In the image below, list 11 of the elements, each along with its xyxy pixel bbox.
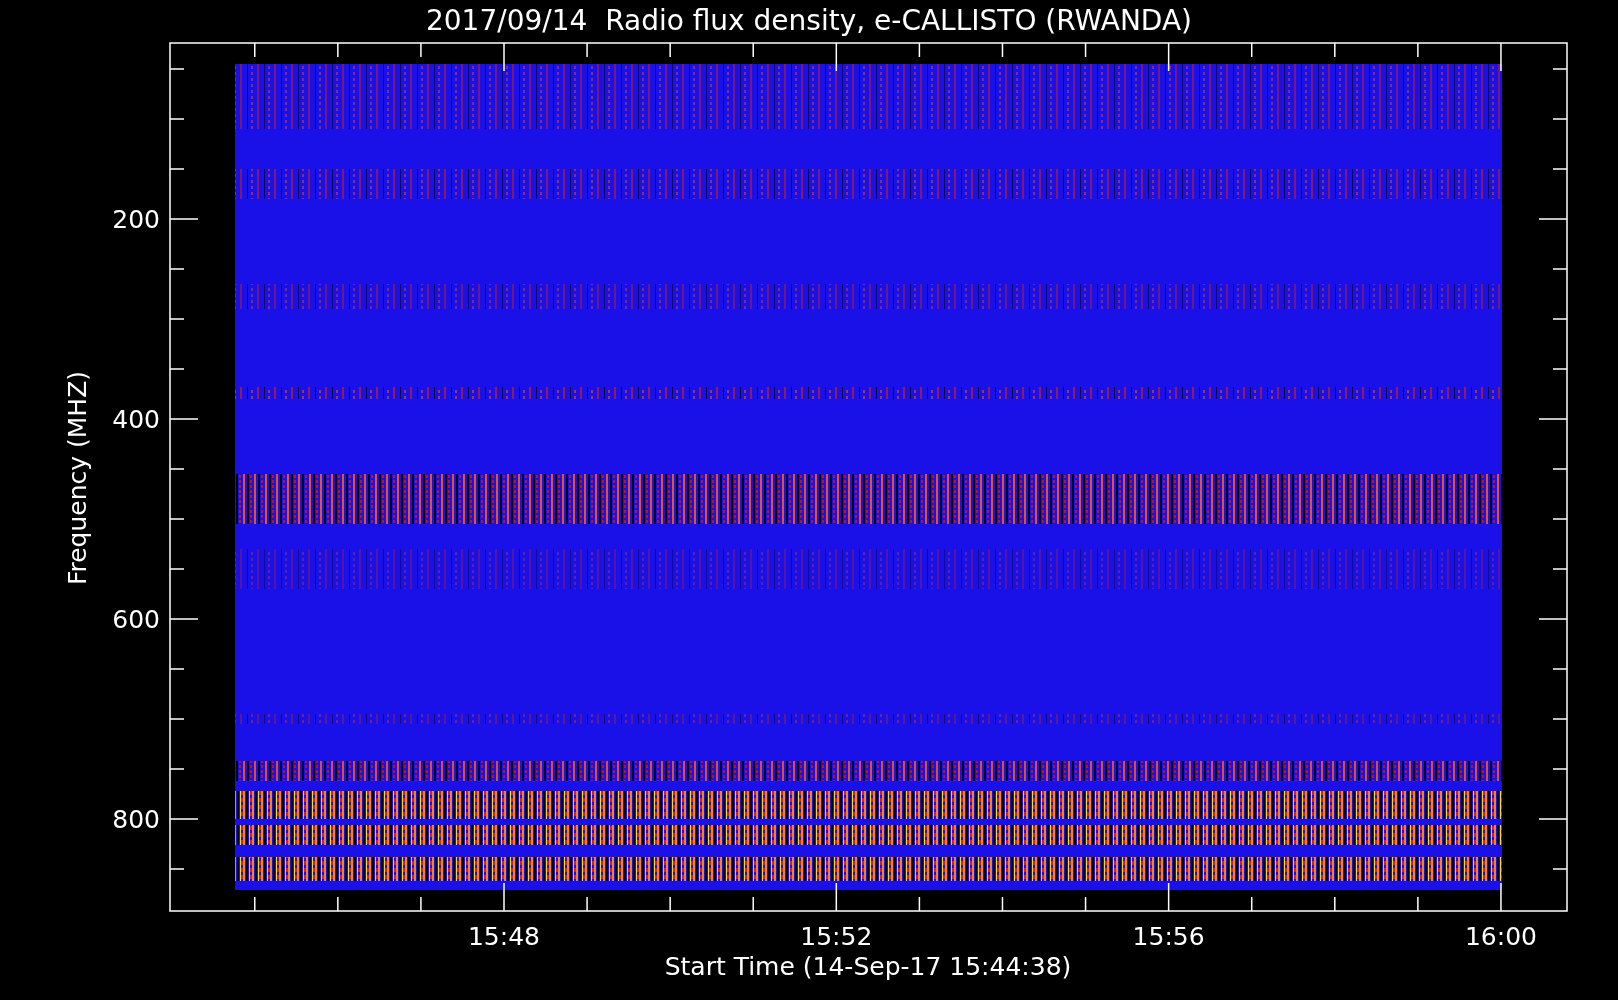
x-tick-label: 15:48 — [468, 922, 540, 951]
chart-title: 2017/09/14 Radio flux density, e-CALLISTO (RWANDA) — [426, 4, 1192, 37]
x-tick-label: 16:00 — [1464, 922, 1537, 951]
y-tick-label: 400 — [112, 405, 160, 434]
y-tick-label: 800 — [112, 805, 160, 834]
x-axis-label: Start Time (14-Sep-17 15:44:38) — [664, 952, 1072, 981]
y-tick-label: 600 — [112, 605, 160, 634]
x-tick-label: 15:52 — [800, 922, 873, 951]
y-axis-label: Frequency (MHZ) — [63, 370, 92, 586]
y-tick-label: 200 — [112, 205, 160, 234]
x-tick-label: 15:56 — [1132, 922, 1205, 951]
